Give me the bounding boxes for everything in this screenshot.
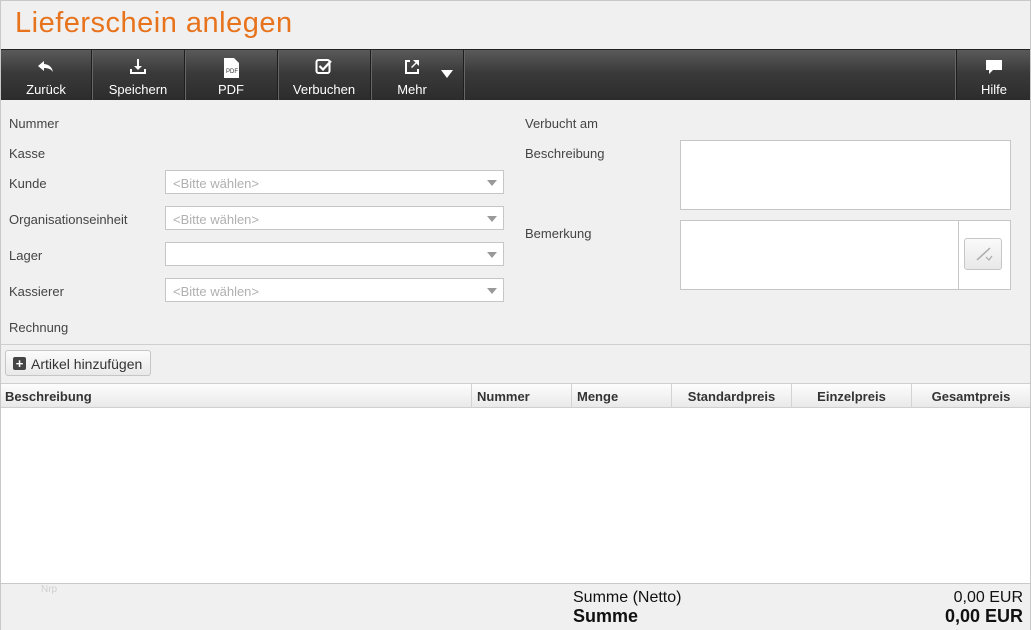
title-bar: Lieferschein anlegen — [1, 1, 1030, 49]
kassierer-label: Kassierer — [9, 284, 64, 299]
kunde-select[interactable]: <Bitte wählen> — [165, 170, 504, 194]
page-title: Lieferschein anlegen — [15, 7, 293, 39]
table-header: Beschreibung Nummer Menge Standardpreis … — [1, 383, 1030, 408]
col-einzelpreis[interactable]: Einzelpreis — [792, 384, 912, 408]
checkbox-icon — [278, 58, 370, 76]
back-arrow-icon — [1, 58, 91, 76]
org-select[interactable]: <Bitte wählen> — [165, 206, 504, 230]
col-beschreibung[interactable]: Beschreibung — [1, 384, 472, 408]
book-label: Verbuchen — [292, 82, 356, 97]
divider — [1, 344, 1030, 345]
edit-notes-button[interactable] — [964, 238, 1002, 270]
form-area: Nummer Kasse Kunde <Bitte wählen> Organi… — [1, 100, 1030, 344]
dropdown-arrow-icon — [487, 288, 497, 294]
faint-text: Nrp — [41, 584, 58, 595]
verbucht-label: Verbucht am — [525, 116, 598, 131]
back-label: Zurück — [26, 82, 66, 97]
total-sum-label: Summe — [573, 606, 639, 626]
dropdown-arrow-icon — [487, 216, 497, 222]
col-standardpreis[interactable]: Standardpreis — [672, 384, 792, 408]
kasse-label: Kasse — [9, 146, 46, 161]
org-placeholder: <Bitte wählen> — [173, 212, 260, 227]
speech-bubble-icon — [957, 58, 1031, 76]
lager-label: Lager — [9, 248, 43, 263]
book-button[interactable]: Verbuchen — [278, 50, 371, 100]
help-button[interactable]: Hilfe — [956, 50, 1031, 100]
net-sum-value: 0,00 EUR — [953, 589, 1023, 606]
beschreibung-label: Beschreibung — [525, 146, 605, 161]
back-button[interactable]: Zurück — [1, 50, 92, 100]
kunde-label: Kunde — [9, 176, 47, 191]
net-sum-label: Summe (Netto) — [573, 589, 682, 606]
pdf-button[interactable]: PDF PDF — [185, 50, 278, 100]
nummer-label: Nummer — [9, 116, 59, 131]
rechnung-label: Rechnung — [9, 320, 69, 335]
dropdown-arrow-icon — [487, 180, 497, 186]
plus-icon: + — [13, 357, 26, 370]
col-menge[interactable]: Menge — [572, 384, 672, 408]
add-article-button[interactable]: + Artikel hinzufügen — [5, 350, 151, 376]
window: Lieferschein anlegen Zurück Speichern PD… — [0, 0, 1031, 630]
pencil-icon — [976, 247, 993, 261]
save-button[interactable]: Speichern — [92, 50, 185, 100]
kunde-placeholder: <Bitte wählen> — [173, 176, 260, 191]
org-label: Organisationseinheit — [9, 212, 128, 227]
pdf-label: PDF — [218, 82, 244, 97]
toolbar: Zurück Speichern PDF PDF Verbuchen Mehr — [1, 49, 1030, 101]
chevron-down-icon[interactable] — [441, 70, 453, 78]
svg-text:PDF: PDF — [226, 69, 238, 75]
more-button[interactable]: Mehr — [371, 50, 464, 100]
total-sum-value: 0,00 EUR — [944, 606, 1023, 626]
save-label: Speichern — [108, 82, 168, 97]
articles-table: Beschreibung Nummer Menge Standardpreis … — [1, 383, 1030, 583]
kassierer-select[interactable]: <Bitte wählen> — [165, 278, 504, 302]
bemerkung-divider — [958, 221, 959, 289]
more-label: Mehr — [397, 82, 427, 97]
totals-footer: Nrp Summe (Netto) 0,00 EUR Summe 0,00 EU… — [1, 583, 1030, 630]
add-article-label: Artikel hinzufügen — [31, 356, 143, 372]
help-label: Hilfe — [980, 82, 1007, 97]
col-gesamtpreis[interactable]: Gesamtpreis — [912, 384, 1030, 408]
bemerkung-label: Bemerkung — [525, 226, 592, 241]
kassierer-placeholder: <Bitte wählen> — [173, 284, 260, 299]
download-icon — [92, 58, 184, 76]
dropdown-arrow-icon — [487, 252, 497, 258]
beschreibung-textarea[interactable] — [680, 140, 1011, 210]
bemerkung-textarea[interactable] — [680, 220, 1011, 290]
lager-select[interactable] — [165, 242, 504, 266]
pdf-file-icon: PDF — [185, 58, 277, 78]
col-nummer[interactable]: Nummer — [472, 384, 572, 408]
